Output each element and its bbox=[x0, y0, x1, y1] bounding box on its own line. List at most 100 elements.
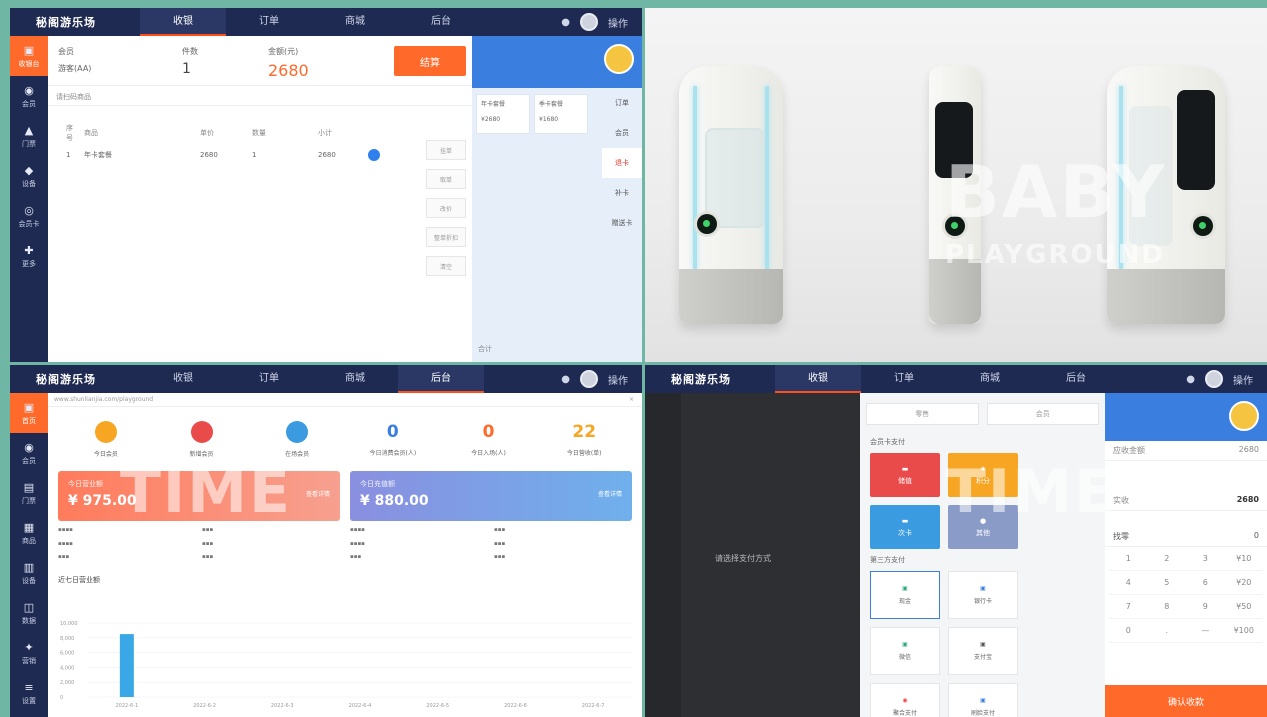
stat-item[interactable]: 0 今日消费会员(人) bbox=[345, 422, 441, 457]
keypad-key[interactable]: ¥50 bbox=[1224, 595, 1263, 619]
product-card[interactable]: 季卡套餐 ¥1680 bbox=[534, 94, 588, 134]
cashier-screen: 秘阁游乐场 收银 订单 商城 后台 ● 操作 ▣ 收银台 ◉ 会员 ▲ 门票 ◆ 设备 … bbox=[10, 8, 642, 362]
keypad-key[interactable]: ¥20 bbox=[1224, 571, 1263, 595]
keypad-key[interactable]: 0 bbox=[1109, 619, 1148, 643]
hold-button[interactable]: 挂单 bbox=[426, 140, 466, 160]
chart-bar[interactable] bbox=[119, 634, 134, 697]
tab-backend[interactable]: 后台 bbox=[1033, 365, 1119, 393]
tile-stored-value[interactable]: ▬ 储值 bbox=[870, 453, 940, 497]
tab-cashier[interactable]: 收银 bbox=[140, 8, 226, 36]
keypad-key[interactable]: ¥100 bbox=[1224, 619, 1263, 643]
stat-item[interactable]: 22 今日营收(单) bbox=[536, 422, 632, 457]
product-card[interactable]: 年卡套餐 ¥2680 bbox=[476, 94, 530, 134]
tab-cashier[interactable]: 收银 bbox=[140, 365, 226, 393]
pay-bankcard[interactable]: ▣ 银行卡 bbox=[948, 571, 1018, 619]
sidebar-item-ticket[interactable]: ▤ 门票 bbox=[10, 473, 48, 513]
rtab-gift[interactable]: 赠送卡 bbox=[602, 208, 642, 238]
tab-orders[interactable]: 订单 bbox=[226, 365, 312, 393]
pay-aggregate[interactable]: ◉ 聚合支付 bbox=[870, 683, 940, 717]
close-icon[interactable]: × bbox=[629, 396, 634, 403]
rtab-orders[interactable]: 订单 bbox=[602, 88, 642, 118]
recharge-card[interactable]: 今日充值额 ¥ 880.00 查看详情 bbox=[350, 471, 632, 521]
sidebar-item-ticket[interactable]: ▲ 门票 bbox=[10, 116, 48, 156]
keypad-key[interactable]: — bbox=[1186, 619, 1225, 643]
user-name: 操作 bbox=[1233, 375, 1253, 387]
sidebar-item-cashier[interactable]: ▣ 收银台 bbox=[10, 36, 48, 76]
keypad-key[interactable]: 4 bbox=[1109, 571, 1148, 595]
sidebar-item-member[interactable]: ◉ 会员 bbox=[10, 76, 48, 116]
sidebar-item-data[interactable]: ◫ 数据 bbox=[10, 593, 48, 633]
sidebar-item-card[interactable]: ◎ 会员卡 bbox=[10, 196, 48, 236]
sidebar-item-home[interactable]: ▣ 首页 bbox=[10, 393, 48, 433]
seg-member[interactable]: 会员 bbox=[986, 403, 1099, 425]
retrieve-button[interactable]: 取单 bbox=[426, 169, 466, 189]
recharge-amount: ¥ 880.00 bbox=[360, 493, 429, 509]
discount-button[interactable]: 整单折扣 bbox=[426, 227, 466, 247]
rtab-refund[interactable]: 退卡 bbox=[602, 148, 642, 178]
ticket-icon: ▤ bbox=[23, 480, 35, 494]
avatar[interactable] bbox=[580, 13, 598, 31]
stat-label: 今日营收(单) bbox=[566, 449, 602, 457]
clear-button[interactable]: 清空 bbox=[426, 256, 466, 276]
quantity-stepper[interactable]: 1 bbox=[252, 151, 318, 159]
sidebar-item-marketing[interactable]: ✦ 营销 bbox=[10, 633, 48, 673]
keypad-key[interactable]: 7 bbox=[1109, 595, 1148, 619]
pay-wechat[interactable]: ▣ 微信 bbox=[870, 627, 940, 675]
rtab-reissue[interactable]: 补卡 bbox=[602, 178, 642, 208]
tab-shop[interactable]: 商城 bbox=[312, 365, 398, 393]
member-card bbox=[1105, 393, 1267, 441]
stat-item[interactable]: 新增会员 bbox=[154, 420, 250, 458]
keypad-key[interactable]: 5 bbox=[1147, 571, 1186, 595]
member-card bbox=[472, 36, 642, 88]
keypad-key[interactable]: ¥10 bbox=[1224, 547, 1263, 571]
sidebar-item-more[interactable]: ✚ 更多 bbox=[10, 236, 48, 276]
brand-logo: 秘阁游乐场 bbox=[36, 16, 96, 29]
rtab-member[interactable]: 会员 bbox=[602, 118, 642, 148]
keypad-key[interactable]: . bbox=[1147, 619, 1186, 643]
keypad-key[interactable]: 9 bbox=[1186, 595, 1225, 619]
sidebar-item-device[interactable]: ◆ 设备 bbox=[10, 156, 48, 196]
number-keypad: 1 2 3 ¥10 4 5 6 ¥20 7 8 9 ¥50 0. — ¥100 bbox=[1105, 547, 1267, 643]
keypad-key[interactable]: 2 bbox=[1147, 547, 1186, 571]
x-tick-label: 2022-6-5 bbox=[426, 703, 449, 709]
bell-icon[interactable]: ● bbox=[1186, 374, 1195, 385]
tab-backend[interactable]: 后台 bbox=[398, 8, 484, 36]
pay-face[interactable]: ▣ 刷脸支付 bbox=[948, 683, 1018, 717]
settle-button[interactable]: 结算 bbox=[394, 46, 466, 76]
avatar[interactable] bbox=[1205, 370, 1223, 388]
confirm-payment-button[interactable]: 确认收款 bbox=[1105, 685, 1267, 717]
tab-backend[interactable]: 后台 bbox=[398, 365, 484, 393]
tab-shop[interactable]: 商城 bbox=[312, 8, 398, 36]
reprice-button[interactable]: 改价 bbox=[426, 198, 466, 218]
change-amount: 0 bbox=[1253, 531, 1259, 540]
sidebar-item-member[interactable]: ◉ 会员 bbox=[10, 433, 48, 473]
tab-orders[interactable]: 订单 bbox=[861, 365, 947, 393]
tile-count-card[interactable]: ▬ 次卡 bbox=[870, 505, 940, 549]
stat-item[interactable]: 在场会员 bbox=[249, 420, 345, 458]
user-icon: ◉ bbox=[24, 440, 34, 454]
scan-input[interactable]: 请扫码商品 bbox=[48, 86, 472, 106]
avatar[interactable] bbox=[580, 370, 598, 388]
keypad-key[interactable]: 3 bbox=[1186, 547, 1225, 571]
tab-shop[interactable]: 商城 bbox=[947, 365, 1033, 393]
stat-item[interactable]: 今日会员 bbox=[58, 420, 154, 458]
bell-icon[interactable]: ● bbox=[561, 17, 570, 28]
tab-cashier[interactable]: 收银 bbox=[775, 365, 861, 393]
sidebar-item-device[interactable]: ▥ 设备 bbox=[10, 553, 48, 593]
tab-orders[interactable]: 订单 bbox=[226, 8, 312, 36]
keypad-key[interactable]: 8 bbox=[1147, 595, 1186, 619]
seg-retail[interactable]: 零售 bbox=[866, 403, 979, 425]
sidebar-item-goods[interactable]: ▦ 商品 bbox=[10, 513, 48, 553]
pay-alipay[interactable]: ▣ 支付宝 bbox=[948, 627, 1018, 675]
sidebar: ▣ 收银台 ◉ 会员 ▲ 门票 ◆ 设备 ◎ 会员卡 ✚ 更多 bbox=[10, 36, 48, 362]
bell-icon[interactable]: ● bbox=[561, 374, 570, 385]
stat-item[interactable]: 0 今日入场(人) bbox=[441, 422, 537, 457]
delete-icon[interactable] bbox=[368, 149, 380, 161]
sidebar-item-settings[interactable]: ≡ 设置 bbox=[10, 673, 48, 713]
pay-cash[interactable]: ▣ 现金 bbox=[870, 571, 940, 619]
keypad-key[interactable]: 1 bbox=[1109, 547, 1148, 571]
section-title: 第三方支付 bbox=[870, 556, 905, 564]
keypad-key[interactable]: 6 bbox=[1186, 571, 1225, 595]
overlay-panel: 请选择支付方式 bbox=[645, 393, 860, 717]
table-row[interactable]: 1 年卡套餐 2680 1 2680 bbox=[48, 144, 472, 166]
